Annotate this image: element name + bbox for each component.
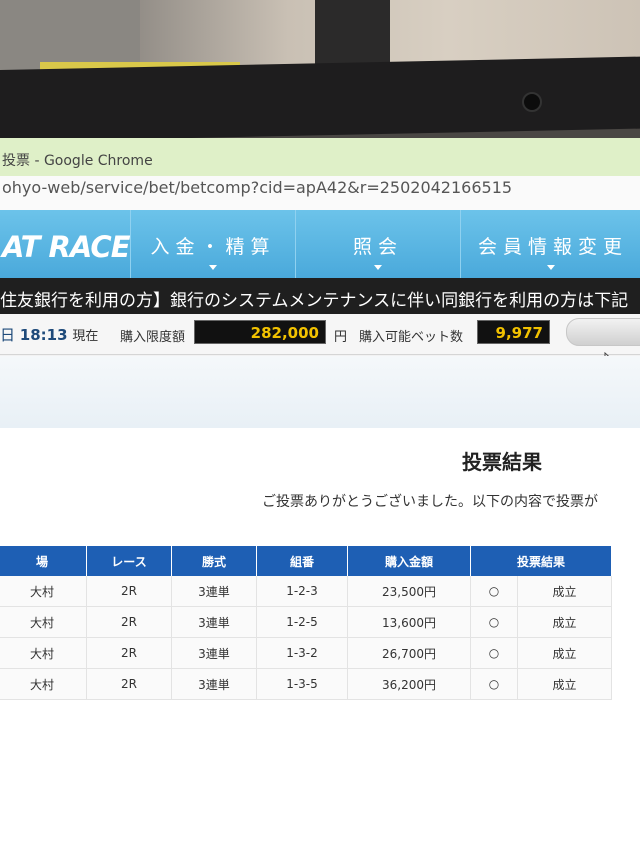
header-result: 投票結果 — [470, 546, 612, 576]
background-object — [315, 0, 390, 70]
cell-combination: 1-2-3 — [256, 576, 348, 607]
cell-amount: 26,700円 — [347, 637, 471, 669]
header-venue: 場 — [0, 546, 87, 576]
purchase-limit-value: 282,000 — [194, 320, 326, 344]
cell-combination: 1-2-5 — [256, 606, 348, 638]
cell-venue: 大村 — [0, 637, 87, 669]
cell-status: 成立 — [517, 637, 612, 669]
cell-race: 2R — [86, 606, 172, 638]
ticker-text[interactable]: 住友銀行を利用の方】銀行のシステムメンテナンスに伴い同銀行を利用の方は下記 — [0, 286, 628, 311]
table-row: 大村 2R 3連単 1-2-3 23,500円 ○ 成立 — [0, 576, 612, 607]
thank-you-message: ご投票ありがとうございました。以下の内容で投票が — [262, 494, 598, 510]
now-label: 現在 — [72, 329, 99, 344]
cell-status: 成立 — [517, 606, 612, 638]
cell-amount: 23,500円 — [347, 576, 471, 607]
cell-status: 成立 — [517, 668, 612, 700]
bet-results-table: 場 レース 勝式 組番 購入金額 投票結果 大村 2R 3連単 1-2-3 23… — [0, 546, 612, 700]
cell-amount: 13,600円 — [347, 606, 471, 638]
window-title: 投票 - Google Chrome — [2, 153, 153, 169]
cell-success-mark: ○ — [470, 637, 518, 669]
nav-label: 会員情報変更 — [477, 236, 628, 258]
cell-bet-type: 3連単 — [171, 668, 257, 700]
url-text[interactable]: ohyo-web/service/bet/betcomp?cid=apA42&r… — [2, 178, 512, 197]
cell-venue: 大村 — [0, 606, 87, 638]
cell-status: 成立 — [517, 576, 612, 607]
header-combination: 組番 — [256, 546, 348, 576]
header-bet-type: 勝式 — [171, 546, 257, 576]
cell-race: 2R — [86, 576, 172, 607]
cell-success-mark: ○ — [470, 668, 518, 700]
chevron-down-icon — [209, 265, 217, 270]
monitor-bezel — [0, 56, 640, 142]
webcam-icon — [522, 92, 542, 112]
bet-count-value: 9,977 — [477, 320, 550, 344]
cell-bet-type: 3連単 — [171, 606, 257, 638]
yen-unit: 円 — [334, 330, 348, 345]
purchase-limit-label: 購入限度額 — [120, 330, 186, 345]
chevron-down-icon — [547, 265, 555, 270]
refresh-button[interactable] — [566, 318, 640, 346]
table-row: 大村 2R 3連単 1-2-5 13,600円 ○ 成立 — [0, 606, 612, 638]
day-suffix: 日 — [0, 326, 16, 344]
cell-race: 2R — [86, 668, 172, 700]
cell-success-mark: ○ — [470, 606, 518, 638]
cell-combination: 1-3-5 — [256, 668, 348, 700]
header-amount: 購入金額 — [347, 546, 471, 576]
timestamp: 日 18:13 現在 — [0, 324, 98, 345]
table-header-row: 場 レース 勝式 組番 購入金額 投票結果 — [0, 546, 612, 576]
table-row: 大村 2R 3連単 1-3-5 36,200円 ○ 成立 — [0, 668, 612, 700]
nav-label: 入金・精算 — [150, 236, 276, 258]
page-title: 投票結果 — [462, 450, 542, 474]
cell-combination: 1-3-2 — [256, 637, 348, 669]
header-race: レース — [86, 546, 172, 576]
cell-success-mark: ○ — [470, 576, 518, 607]
cell-venue: 大村 — [0, 576, 87, 607]
cell-amount: 36,200円 — [347, 668, 471, 700]
content-header-band — [0, 356, 640, 428]
nav-deposit-settlement[interactable]: 入金・精算 — [130, 210, 295, 278]
nav-inquiry[interactable]: 照会 — [295, 210, 460, 278]
table-row: 大村 2R 3連単 1-3-2 26,700円 ○ 成立 — [0, 637, 612, 669]
cell-bet-type: 3連単 — [171, 576, 257, 607]
cell-race: 2R — [86, 637, 172, 669]
nav-label: 照会 — [352, 236, 403, 258]
bet-count-label: 購入可能ベット数 — [359, 330, 464, 345]
cell-venue: 大村 — [0, 668, 87, 700]
current-time: 18:13 — [19, 326, 68, 344]
site-logo[interactable]: AT RACE — [2, 230, 131, 264]
cell-bet-type: 3連単 — [171, 637, 257, 669]
nav-member-info[interactable]: 会員情報変更 — [460, 210, 640, 278]
chevron-down-icon — [374, 265, 382, 270]
browser-screen: 投票 - Google Chrome ohyo-web/service/bet/… — [0, 138, 640, 853]
